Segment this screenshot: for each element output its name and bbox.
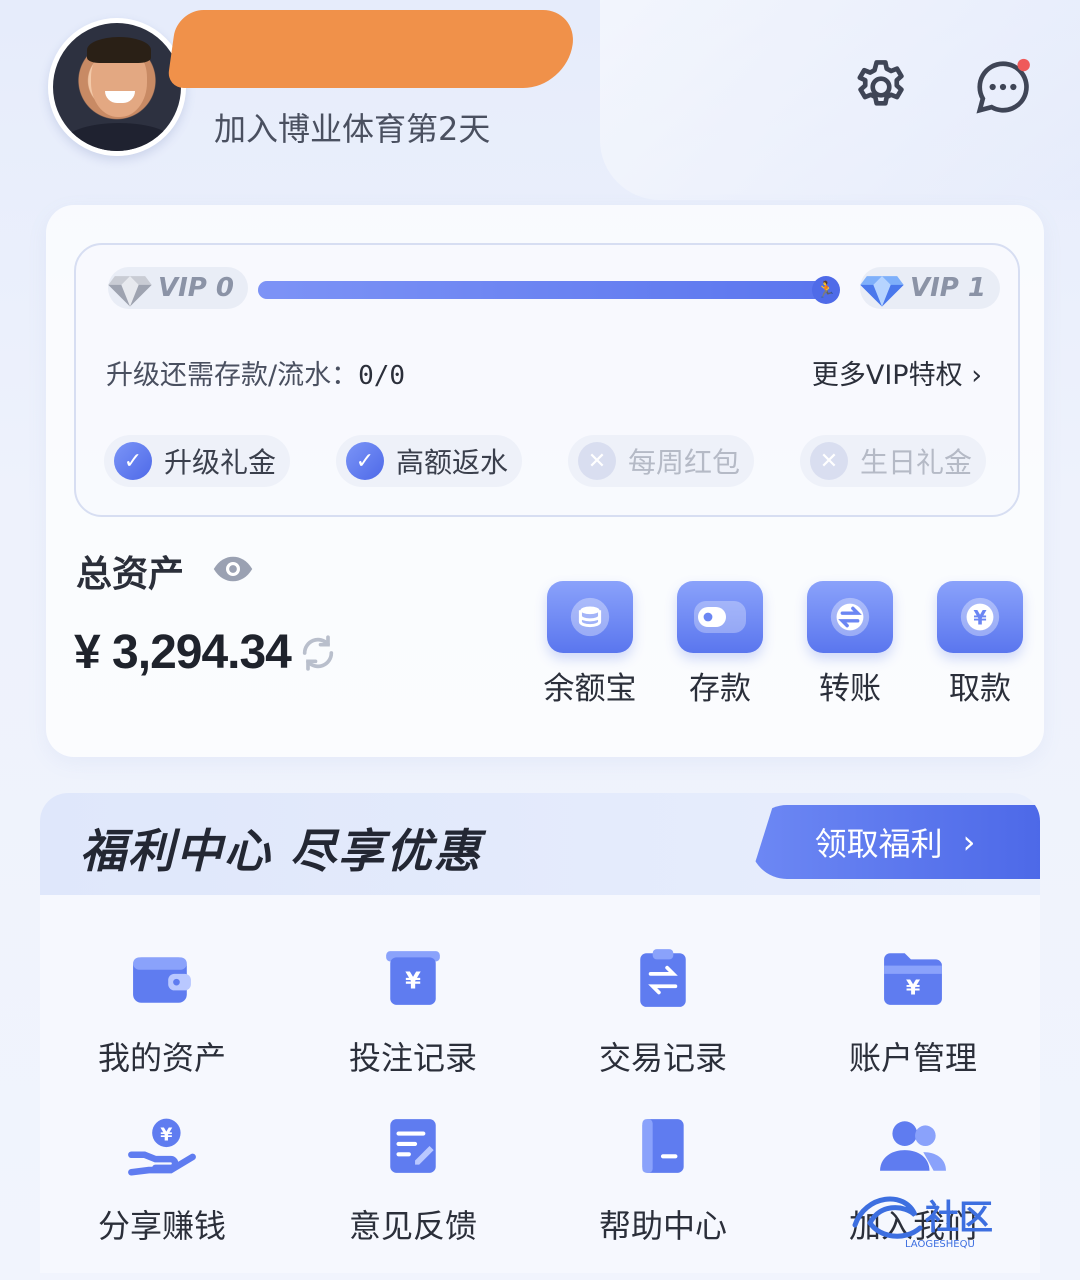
eye-icon[interactable] xyxy=(212,553,254,585)
message-icon[interactable] xyxy=(972,56,1034,118)
more-vip-link[interactable]: 更多VIP特权 › xyxy=(812,353,982,392)
perk-upgrade-bonus: ✓ 升级礼金 xyxy=(104,435,291,487)
account-card: VIP 0 🏃 VIP 1 升级还需存款/流水：0/0 更多VIP特权 › ✓ 升… xyxy=(46,205,1044,757)
deposit-icon xyxy=(677,581,763,653)
join-days-text: 加入博业体育第2天 xyxy=(214,110,491,148)
vip-current-badge: VIP 0 xyxy=(108,267,248,309)
svg-text:¥: ¥ xyxy=(160,1126,172,1146)
vip-next-badge: VIP 1 xyxy=(860,267,1000,309)
help-center-item[interactable]: 帮助中心 xyxy=(543,1111,783,1247)
withdraw-icon: ¥ xyxy=(937,581,1023,653)
check-icon: ✓ xyxy=(346,442,384,480)
svg-text:LAOGESHEQU: LAOGESHEQU xyxy=(905,1239,975,1250)
bet-records-item[interactable]: ¥ 投注记录 xyxy=(293,943,533,1079)
upgrade-requirement: 升级还需存款/流水：0/0 xyxy=(106,360,406,391)
coins-icon xyxy=(547,581,633,653)
users-icon xyxy=(878,1111,948,1181)
check-icon: ✓ xyxy=(114,442,152,480)
claim-welfare-button[interactable]: 领取福利 › xyxy=(750,805,1040,879)
transfer-icon xyxy=(807,581,893,653)
my-assets-item[interactable]: 我的资产 xyxy=(42,943,282,1079)
cross-icon: ✕ xyxy=(810,442,848,480)
avatar[interactable] xyxy=(48,18,186,156)
welfare-title: 福利中心 尽享优惠 xyxy=(80,824,483,878)
account-management-item[interactable]: ¥ 账户管理 xyxy=(793,943,1033,1079)
refresh-icon[interactable] xyxy=(298,633,338,673)
welfare-header: 福利中心 尽享优惠 领取福利 › xyxy=(40,793,1040,895)
svg-text:¥: ¥ xyxy=(906,976,921,1000)
deposit-button[interactable]: 存款 xyxy=(670,581,770,708)
svg-text:¥: ¥ xyxy=(973,607,987,630)
total-assets-label: 总资产 xyxy=(76,554,185,595)
transaction-icon xyxy=(628,943,698,1013)
transfer-button[interactable]: 转账 xyxy=(800,581,900,708)
share-earn-item[interactable]: ¥ 分享赚钱 xyxy=(42,1111,282,1247)
feedback-icon xyxy=(378,1111,448,1181)
perk-weekly-redpacket: ✕ 每周红包 xyxy=(568,435,755,487)
withdraw-button[interactable]: ¥ 取款 xyxy=(930,581,1030,708)
feedback-item[interactable]: 意见反馈 xyxy=(293,1111,533,1247)
vip-progress-box: VIP 0 🏃 VIP 1 升级还需存款/流水：0/0 更多VIP特权 › ✓ 升… xyxy=(74,243,1020,517)
folder-icon: ¥ xyxy=(878,943,948,1013)
share-money-icon: ¥ xyxy=(127,1111,197,1181)
notification-dot xyxy=(1017,58,1030,72)
username-redacted xyxy=(166,10,578,88)
runner-icon: 🏃 xyxy=(812,276,840,304)
svg-text:¥: ¥ xyxy=(405,968,421,994)
svg-text:社区: 社区 xyxy=(925,1198,993,1238)
gear-icon[interactable] xyxy=(850,56,912,118)
perk-rebate: ✓ 高额返水 xyxy=(336,435,523,487)
cross-icon: ✕ xyxy=(578,442,616,480)
diamond-icon xyxy=(108,276,152,307)
perk-birthday-bonus: ✕ 生日礼金 xyxy=(800,435,987,487)
wallet-icon xyxy=(127,943,197,1013)
chevron-right-icon: › xyxy=(962,823,976,861)
yuebao-button[interactable]: 余额宝 xyxy=(540,581,640,708)
diamond-icon xyxy=(860,276,904,307)
chevron-right-icon: › xyxy=(971,360,982,391)
vip-progress-bar: 🏃 xyxy=(258,276,840,304)
total-assets-value: ¥ 3,294.34 xyxy=(74,626,292,679)
transaction-records-item[interactable]: 交易记录 xyxy=(543,943,783,1079)
help-book-icon xyxy=(628,1111,698,1181)
watermark-logo: 社区 LAOGESHEQU xyxy=(852,1196,993,1250)
bet-record-icon: ¥ xyxy=(378,943,448,1013)
